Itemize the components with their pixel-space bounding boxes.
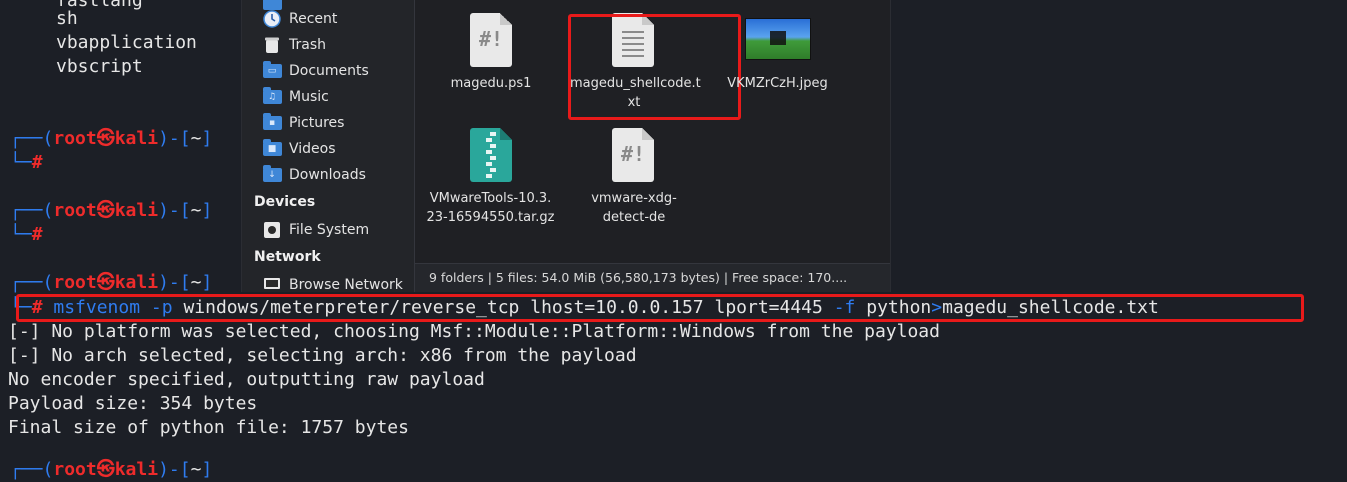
archive-file-icon bbox=[470, 128, 512, 182]
sidebar-item-browse-network[interactable]: Browse Network bbox=[262, 274, 403, 296]
sidebar-item-pictures[interactable]: ▪ Pictures bbox=[262, 112, 344, 134]
sidebar-item-videos[interactable]: ■ Videos bbox=[262, 138, 336, 160]
sidebar-item-music[interactable]: ♫ Music bbox=[262, 86, 329, 108]
sidebar-item-recent[interactable]: Recent bbox=[262, 8, 337, 30]
file-label: VMwareTools-10.3. 23-16594550.tar.gz bbox=[426, 191, 555, 225]
command-highlight-box bbox=[16, 294, 1304, 322]
output-line: [-] No platform was selected, choosing M… bbox=[8, 321, 940, 342]
script-file-icon: #! bbox=[612, 128, 654, 182]
script-file-icon: #! bbox=[470, 13, 512, 67]
status-bar: 9 folders | 5 files: 54.0 MiB (56,580,17… bbox=[415, 263, 890, 292]
folder-documents-icon: ▭ bbox=[262, 61, 282, 80]
output-line: Payload size: 354 bytes bbox=[8, 393, 258, 414]
file-manager-window: Recent Trash ▭ Documents ♫ Music ▪ Pictu… bbox=[241, 0, 891, 293]
output-line: Final size of python file: 1757 bytes bbox=[8, 417, 409, 438]
image-thumbnail-icon bbox=[745, 18, 811, 60]
output-line: No encoder specified, outputting raw pay… bbox=[8, 369, 485, 390]
folder-videos-icon: ■ bbox=[262, 139, 282, 158]
sidebar-heading-network: Network bbox=[254, 249, 321, 265]
prompt-line: ┌──(root㉿kali)-[~] bbox=[10, 200, 213, 221]
clock-icon bbox=[262, 10, 282, 28]
terminal-line: sh bbox=[56, 8, 78, 29]
sidebar-item-trash[interactable]: Trash bbox=[262, 34, 326, 56]
sidebar-item-downloads[interactable]: ↓ Downloads bbox=[262, 164, 366, 186]
sidebar-heading-devices: Devices bbox=[254, 194, 316, 210]
terminal-line: vbapplication bbox=[56, 32, 197, 53]
sidebar-item-documents[interactable]: ▭ Documents bbox=[262, 60, 369, 82]
sidebar: Recent Trash ▭ Documents ♫ Music ▪ Pictu… bbox=[242, 0, 415, 293]
file-highlight-box bbox=[568, 14, 741, 120]
file-view[interactable]: #! magedu.ps1 magedu_shellcode.t xt VKMZr… bbox=[415, 0, 890, 263]
prompt-line: ┌──(root㉿kali)-[~] bbox=[10, 272, 213, 293]
sidebar-item-file-system[interactable]: File System bbox=[262, 219, 369, 241]
folder-downloads-icon: ↓ bbox=[262, 165, 282, 184]
trash-icon bbox=[262, 36, 282, 54]
prompt-hash-line: └─# bbox=[10, 152, 43, 173]
prompt-hash-line: └─# bbox=[10, 224, 43, 245]
folder-pictures-icon: ▪ bbox=[262, 113, 282, 132]
network-icon bbox=[262, 276, 282, 294]
file-label: vmware-xdg-detect-de bbox=[591, 191, 677, 225]
prompt-line: ┌──(root㉿kali)-[~] bbox=[10, 128, 213, 149]
drive-icon bbox=[262, 221, 282, 239]
terminal-line: vbscript bbox=[56, 56, 143, 77]
folder-music-icon: ♫ bbox=[262, 87, 282, 106]
prompt-line: ┌──(root㉿kali)-[~] bbox=[10, 459, 213, 480]
output-line: [-] No arch selected, selecting arch: x8… bbox=[8, 345, 637, 366]
